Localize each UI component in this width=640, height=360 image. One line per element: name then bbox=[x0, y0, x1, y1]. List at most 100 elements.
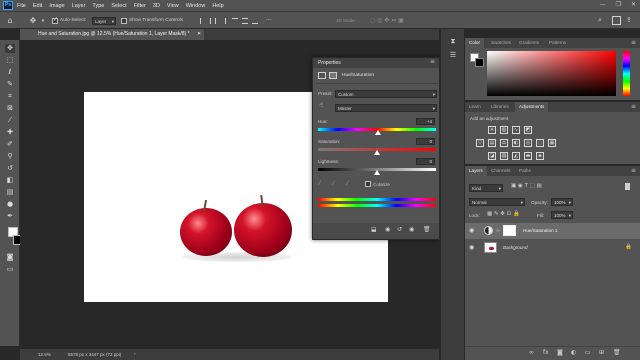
layer-mask-thumbnail[interactable] bbox=[503, 225, 516, 236]
show-transform-checkbox[interactable] bbox=[121, 18, 127, 24]
search-icon[interactable]: ⌕ bbox=[598, 16, 602, 25]
align-center-icon[interactable] bbox=[210, 18, 216, 24]
eyedropper-tool-icon[interactable]: ⁄ bbox=[5, 116, 15, 125]
layer-row-hue-saturation[interactable]: ◉ ∞ Hue/Saturation 1 bbox=[465, 223, 640, 239]
color-balance-icon[interactable]: ⚖ bbox=[500, 139, 508, 147]
home-icon[interactable]: ⌂ bbox=[5, 16, 15, 26]
menu-edit[interactable]: Edit bbox=[33, 3, 42, 9]
trash-icon[interactable]: 🗑 bbox=[423, 226, 431, 233]
auto-select-target-dropdown[interactable]: Layer bbox=[92, 17, 116, 25]
add-mask-icon[interactable]: ◙ bbox=[557, 349, 563, 356]
menu-select[interactable]: Select bbox=[111, 3, 126, 9]
saturation-slider-thumb[interactable] bbox=[374, 150, 380, 155]
menu-type[interactable]: Type bbox=[92, 3, 104, 9]
align-right-icon[interactable] bbox=[220, 18, 226, 24]
colorize-checkbox[interactable] bbox=[365, 181, 371, 187]
lightness-value-field[interactable]: 0 bbox=[416, 158, 435, 165]
new-layer-icon[interactable]: ⊞ bbox=[599, 349, 604, 356]
document-tab[interactable]: Hue and Saturation.jpg @ 12.5% (Hue/Satu… bbox=[20, 29, 204, 40]
hue-slider-thumb[interactable] bbox=[375, 130, 382, 135]
layer-row-background[interactable]: ◉ Background 🔒 bbox=[465, 240, 640, 256]
align-left-icon[interactable] bbox=[200, 18, 206, 24]
levels-icon[interactable]: ▥ bbox=[500, 126, 508, 134]
eyedropper-minus-icon[interactable]: ⁄ bbox=[347, 180, 348, 187]
tab-color[interactable]: Color bbox=[465, 38, 484, 48]
selective-color-icon[interactable]: ◈ bbox=[536, 152, 544, 160]
properties-icon[interactable]: ☰ bbox=[448, 51, 458, 60]
channel-mixer-icon[interactable]: ◌ bbox=[536, 139, 544, 147]
eye-icon[interactable]: ◉ bbox=[469, 227, 474, 234]
crop-tool-icon[interactable]: ⌗ bbox=[5, 92, 15, 101]
clip-to-layer-icon[interactable]: ⬓ bbox=[371, 226, 377, 233]
layer-name[interactable]: Hue/Saturation 1 bbox=[523, 228, 557, 233]
lasso-tool-icon[interactable]: ℓ bbox=[5, 68, 15, 77]
tab-patterns[interactable]: Patterns bbox=[545, 38, 570, 48]
brightness-contrast-icon[interactable]: ☀ bbox=[488, 126, 496, 134]
align-middle-icon[interactable] bbox=[242, 18, 248, 24]
panel-menu-icon[interactable]: ≡ bbox=[430, 58, 435, 65]
visibility-icon[interactable]: ◉ bbox=[409, 226, 414, 233]
tab-swatches[interactable]: Swatches bbox=[487, 38, 515, 48]
new-adjustment-icon[interactable]: ◐ bbox=[571, 349, 576, 356]
tab-channels[interactable]: Channels bbox=[487, 166, 514, 176]
opacity-field[interactable]: 100% bbox=[551, 198, 573, 206]
align-top-icon[interactable] bbox=[232, 18, 238, 24]
hue-value-field[interactable]: +4 bbox=[416, 118, 435, 125]
eyedropper-icon[interactable]: ⁄ bbox=[319, 180, 320, 187]
marquee-tool-icon[interactable]: ⬚ bbox=[5, 56, 15, 65]
color-bg-swatch[interactable] bbox=[475, 58, 484, 67]
link-icon[interactable]: ∞ bbox=[496, 228, 500, 234]
reset-icon[interactable]: ↺ bbox=[397, 226, 402, 233]
quick-mask-icon[interactable]: ◙ bbox=[5, 253, 15, 262]
menu-file[interactable]: File bbox=[17, 3, 26, 9]
blend-mode-dropdown[interactable]: Normal bbox=[469, 198, 525, 206]
color-panel-menu-icon[interactable]: ≡ bbox=[631, 38, 636, 47]
dodge-tool-icon[interactable]: ● bbox=[5, 200, 15, 209]
posterize-icon[interactable]: ▨ bbox=[500, 152, 508, 160]
minimize-button[interactable]: — bbox=[600, 1, 606, 8]
eyedropper-plus-icon[interactable]: ⁄ bbox=[333, 180, 334, 187]
eraser-tool-icon[interactable]: ◧ bbox=[5, 176, 15, 185]
chevron-down-icon[interactable]: ▾ bbox=[38, 16, 48, 26]
lock-icons[interactable]: ▦ ✎ ✥ ⊡ 🔒 bbox=[487, 211, 520, 217]
targeted-adjustment-hand-icon[interactable]: ☝ bbox=[319, 101, 323, 109]
layers-panel-menu-icon[interactable]: ≡ bbox=[631, 166, 636, 175]
hue-strip[interactable] bbox=[623, 51, 630, 96]
history-icon[interactable]: ⧗ bbox=[448, 37, 458, 46]
screen-mode-icon[interactable]: ▭ bbox=[5, 265, 15, 274]
gradient-tool-icon[interactable]: ▤ bbox=[5, 188, 15, 197]
menu-filter[interactable]: Filter bbox=[134, 3, 146, 9]
auto-select-checkbox[interactable] bbox=[52, 16, 58, 24]
menu-layer[interactable]: Layer bbox=[72, 3, 86, 9]
curves-icon[interactable]: ∿ bbox=[512, 126, 520, 134]
view-previous-icon[interactable]: ◉ bbox=[385, 226, 390, 233]
eye-icon[interactable]: ◉ bbox=[469, 244, 474, 251]
clone-stamp-tool-icon[interactable]: ⚲ bbox=[5, 152, 15, 161]
link-layers-icon[interactable]: ∞ bbox=[529, 349, 534, 356]
align-bottom-icon[interactable] bbox=[252, 18, 258, 24]
close-window-button[interactable]: ✕ bbox=[631, 1, 636, 8]
menu-help[interactable]: Help bbox=[212, 3, 223, 9]
quick-select-tool-icon[interactable]: ✎ bbox=[5, 80, 15, 89]
mask-icon[interactable] bbox=[329, 72, 337, 79]
channel-dropdown[interactable]: Master bbox=[335, 104, 437, 112]
gradient-map-icon[interactable]: ▬ bbox=[524, 152, 532, 160]
brush-tool-icon[interactable]: ✐ bbox=[5, 140, 15, 149]
move-icon[interactable]: ✥ bbox=[28, 16, 38, 26]
adjustments-panel-menu-icon[interactable]: ≡ bbox=[631, 102, 636, 111]
properties-header[interactable]: Properties ≡ bbox=[313, 58, 439, 68]
close-tab-icon[interactable]: ✕ bbox=[197, 29, 201, 40]
tab-paths[interactable]: Paths bbox=[515, 166, 535, 176]
preset-dropdown[interactable]: Custom bbox=[335, 90, 437, 98]
fill-field[interactable]: 100% bbox=[551, 211, 573, 219]
tab-libraries[interactable]: Libraries bbox=[487, 102, 513, 112]
tab-layers[interactable]: Layers bbox=[465, 166, 487, 176]
layer-name[interactable]: Background bbox=[503, 245, 528, 250]
healing-brush-tool-icon[interactable]: ✚ bbox=[5, 128, 15, 137]
exposure-icon[interactable]: ◩ bbox=[524, 126, 532, 134]
fx-icon[interactable]: fx bbox=[543, 349, 549, 356]
more-options-icon[interactable]: ··· bbox=[266, 17, 272, 24]
color-lookup-icon[interactable]: ▦ bbox=[548, 139, 556, 147]
tab-adjustments[interactable]: Adjustments bbox=[515, 102, 549, 112]
vibrance-icon[interactable]: ▽ bbox=[476, 139, 484, 147]
